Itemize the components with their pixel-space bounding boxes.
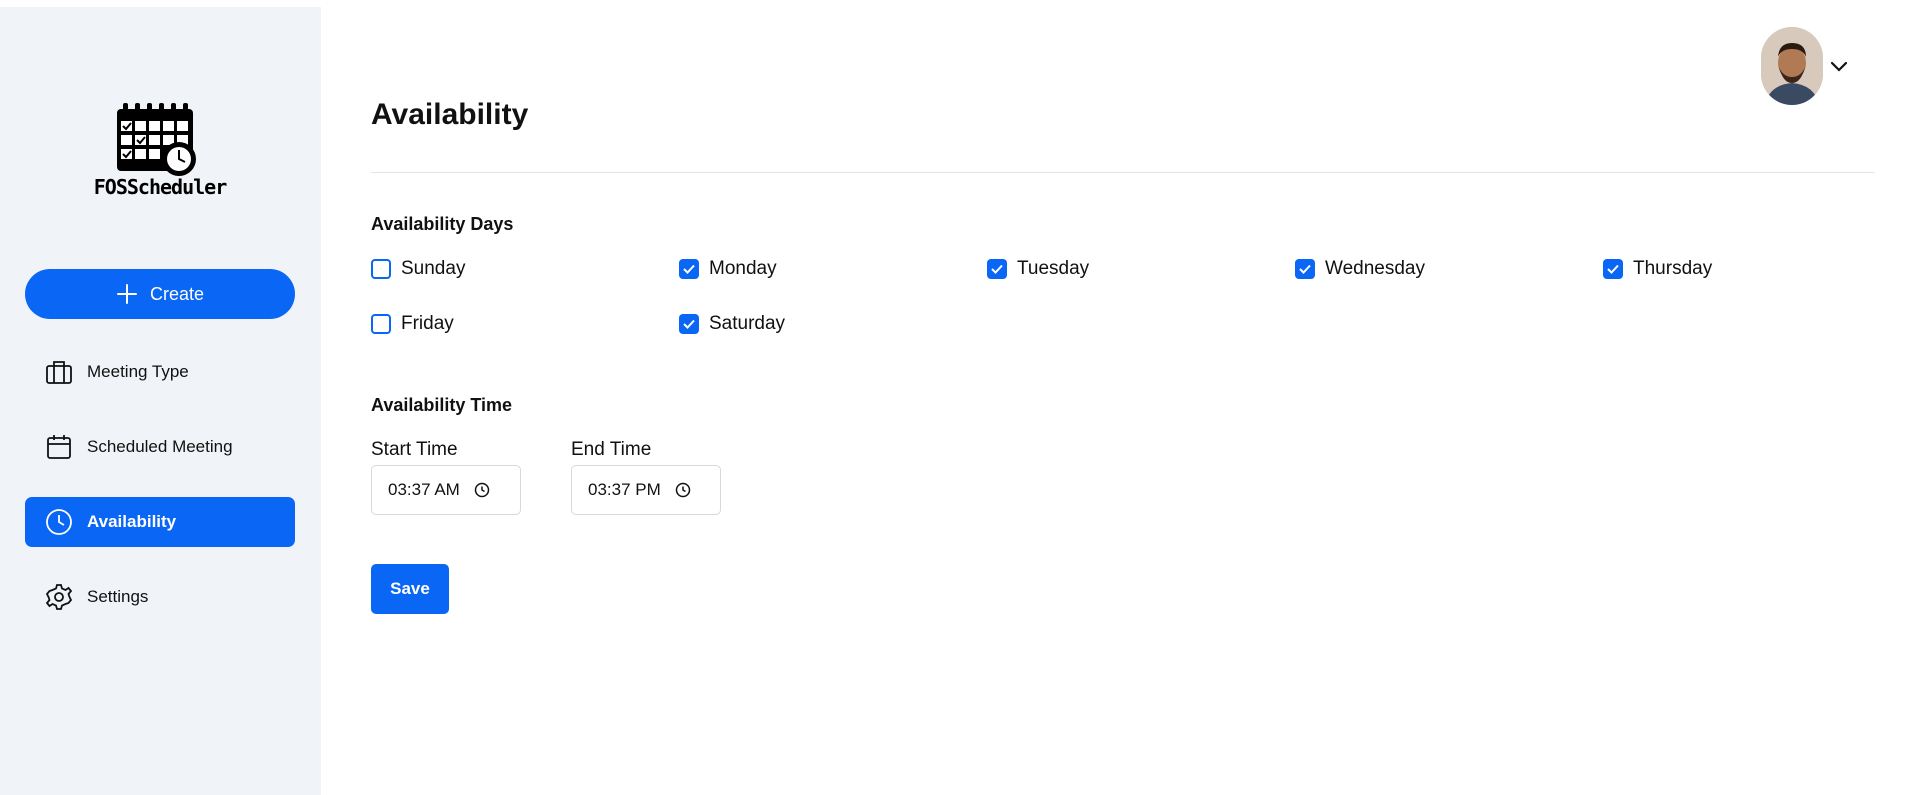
checkbox[interactable] [371,259,391,279]
availability-time-heading: Availability Time [371,395,513,415]
calendar-icon [45,433,73,461]
checkbox[interactable] [987,259,1007,279]
create-button[interactable]: Create [25,269,295,319]
user-avatar[interactable] [1761,27,1823,105]
day-checkbox-saturday[interactable]: Saturday [679,313,785,335]
check-icon [683,319,695,329]
checkbox[interactable] [1295,259,1315,279]
day-label: Wednesday [1325,258,1425,279]
save-button[interactable]: Save [371,564,449,614]
create-button-label: Create [149,283,205,304]
check-icon [1299,264,1311,274]
calendar-clock-logo-icon [117,103,196,176]
start-time-value: 03:37 AM [388,480,460,499]
clock-icon[interactable] [474,482,490,498]
start-time-label: Start Time [371,439,458,460]
briefcase-icon [45,358,73,386]
check-icon [1607,264,1619,274]
sidebar-item-scheduled-meeting[interactable]: Scheduled Meeting [25,422,295,472]
end-time-input[interactable]: 03:37 PM [571,465,721,515]
day-label: Thursday [1633,258,1713,279]
sidebar-item-availability[interactable]: Availability [25,497,295,547]
day-checkbox-wednesday[interactable]: Wednesday [1295,258,1425,280]
sidebar-item-meeting-type[interactable]: Meeting Type [25,347,295,397]
start-time-input[interactable]: 03:37 AM [371,465,521,515]
day-label: Monday [709,258,777,279]
end-time-value: 03:37 PM [588,480,661,499]
checkbox[interactable] [679,314,699,334]
day-label: Saturday [709,313,786,334]
availability-days-heading: Availability Days [371,214,514,234]
chevron-down-icon[interactable] [1828,55,1850,77]
day-label: Tuesday [1017,258,1090,279]
clock-icon[interactable] [675,482,691,498]
plus-icon [116,284,137,304]
checkbox[interactable] [1603,259,1623,279]
day-label: Friday [401,313,454,334]
sidebar-item-label: Meeting Type [87,362,189,381]
checkbox[interactable] [679,259,699,279]
sidebar-item-settings[interactable]: Settings [25,572,295,622]
check-icon [991,264,1003,274]
gear-icon [45,583,73,611]
page-title: Availability [371,98,529,131]
sidebar-item-label: Settings [87,587,149,606]
end-time-label: End Time [571,439,652,460]
day-checkbox-monday[interactable]: Monday [679,258,777,280]
sidebar-item-label: Scheduled Meeting [87,437,233,456]
logo-text: FOSScheduler [93,175,228,199]
day-checkbox-sunday[interactable]: Sunday [371,258,465,280]
sidebar-item-label: Availability [87,512,177,531]
day-checkbox-thursday[interactable]: Thursday [1603,258,1712,280]
app-logo[interactable]: FOSScheduler [92,101,228,201]
sidebar: FOSScheduler Create Meeting Type Schedul… [0,7,321,795]
day-checkbox-tuesday[interactable]: Tuesday [987,258,1089,280]
checkbox[interactable] [371,314,391,334]
divider [371,172,1875,173]
day-checkbox-friday[interactable]: Friday [371,313,454,335]
clock-icon [45,508,73,536]
day-label: Sunday [401,258,466,279]
check-icon [683,264,695,274]
